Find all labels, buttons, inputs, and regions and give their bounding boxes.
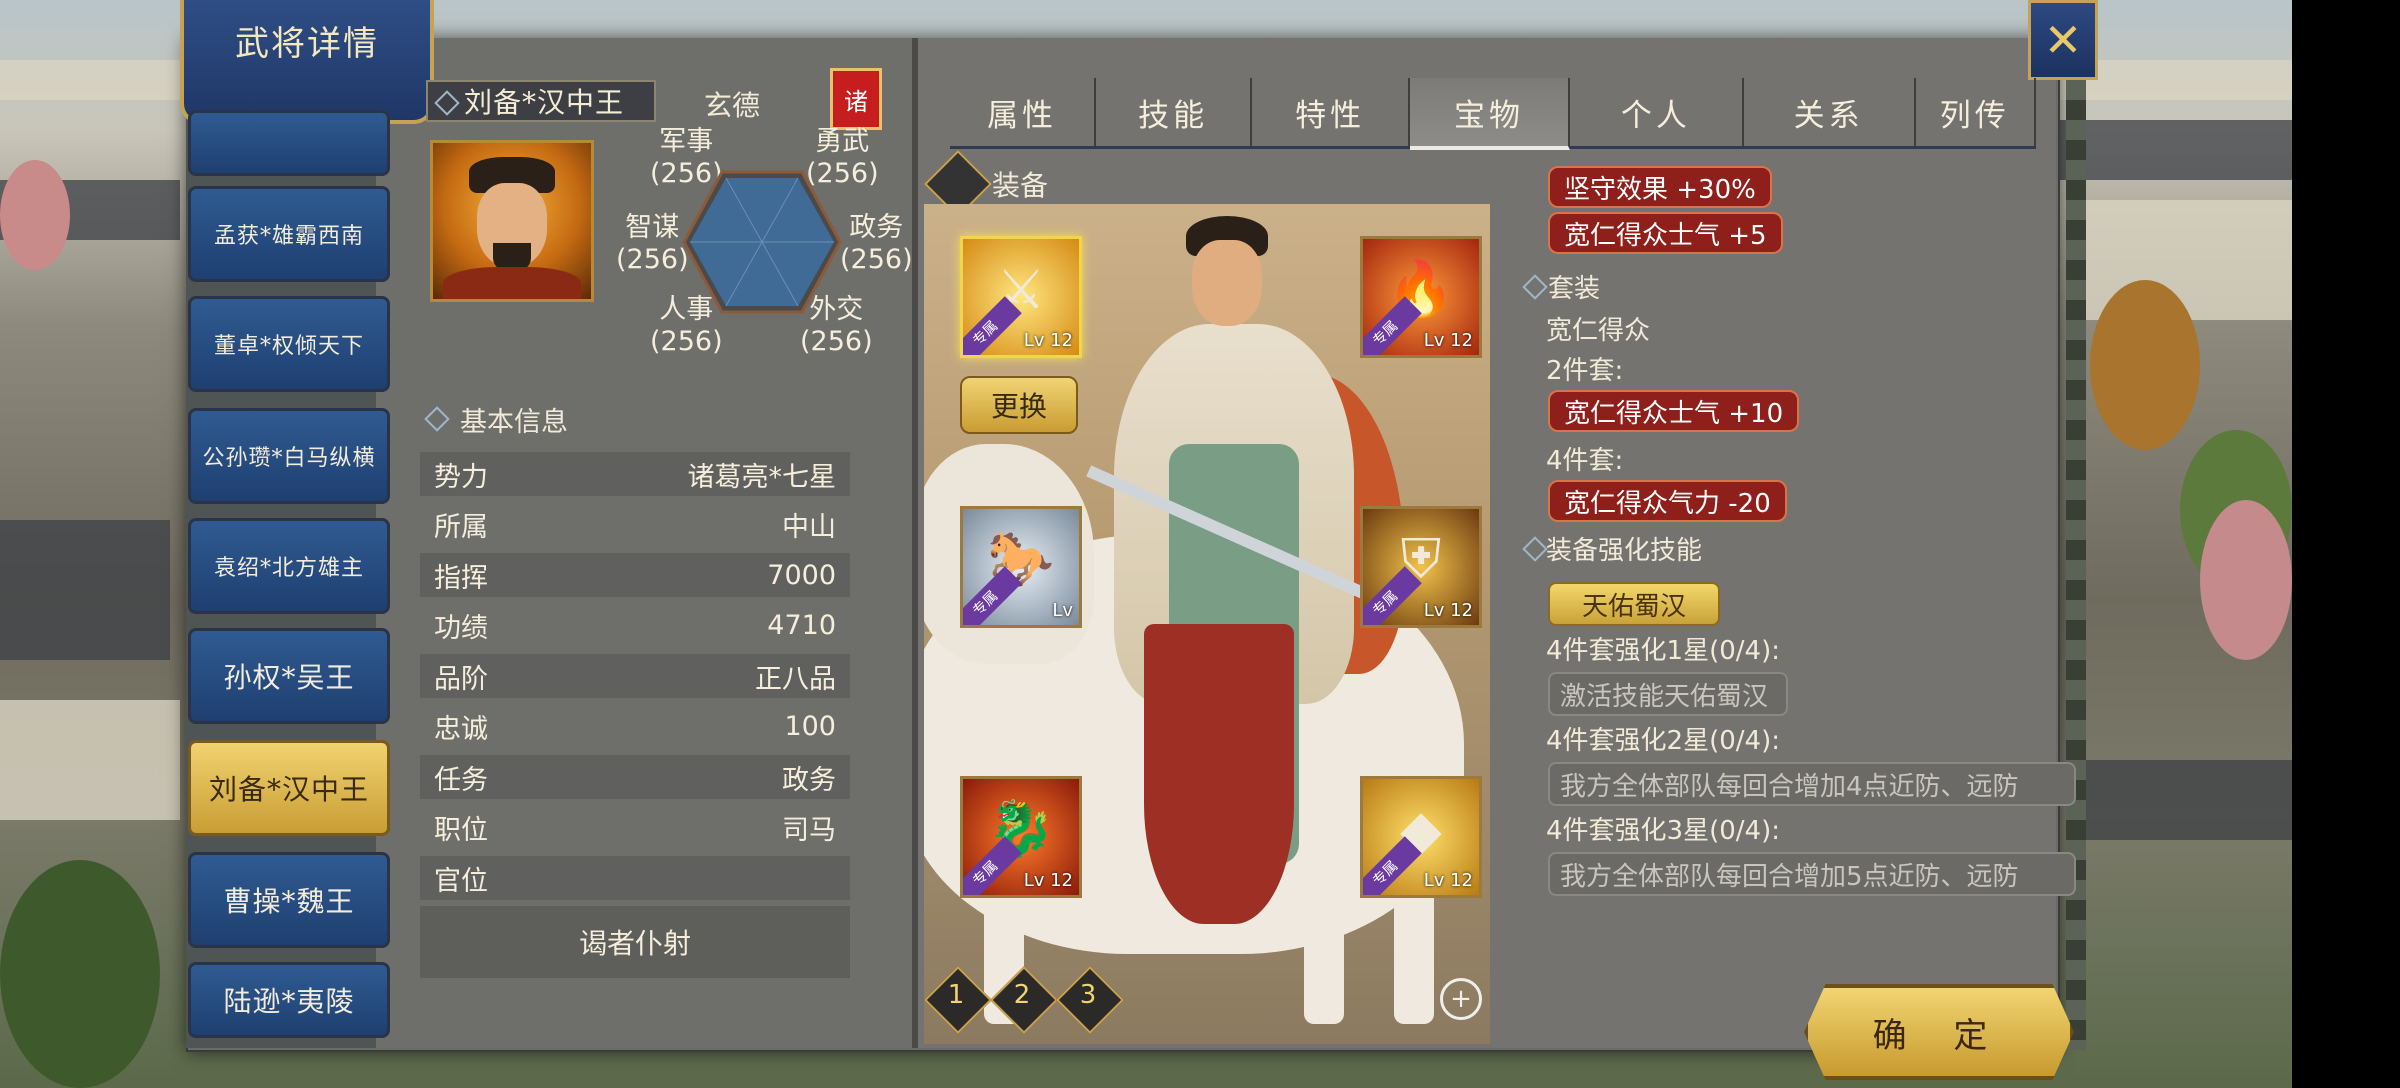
info-label: 官位	[434, 865, 488, 897]
equipment-slot-weapon[interactable]: ⚔ 专属 Lv 12	[960, 236, 1082, 358]
title-banner: 武将详情	[180, 0, 434, 124]
set4-bonus: 宽仁得众气力 -20	[1548, 480, 1787, 522]
equipment-slot-armor-crossbow[interactable]: 🔥 专属 Lv 12	[1360, 236, 1482, 358]
tab-6[interactable]: 列传	[1916, 78, 2036, 146]
hero-tab[interactable]: 曹操*魏王	[188, 852, 390, 948]
slot-level: Lv 12	[1423, 330, 1473, 351]
crossed-swords-icon: ✕	[2043, 13, 2083, 67]
star2-desc: 我方全体部队每回合增加4点近防、远防	[1548, 762, 2076, 806]
info-row: 任务 政务	[420, 755, 850, 799]
equipment-slot-mount[interactable]: 🐎 专属 Lv	[960, 506, 1082, 628]
equipment-slot-dragon[interactable]: 🐉 专属 Lv 12	[960, 776, 1082, 898]
detail-tabs: 属性 技能 特性 宝物 个人 关系 列传	[950, 78, 2036, 150]
hero-tab[interactable]: 孙权*吴王	[188, 628, 390, 724]
info-value: 7000	[767, 559, 836, 591]
stat-intellect: 智谋 (256)	[616, 212, 689, 275]
info-label: 任务	[434, 764, 488, 796]
set-title: 套装	[1548, 274, 1601, 304]
info-row: 势力 诸葛亮*七星	[420, 452, 850, 496]
tab-1[interactable]: 技能	[1096, 78, 1253, 146]
hero-portrait	[430, 140, 594, 302]
info-value: 100	[784, 711, 836, 742]
info-row: 所属 中山	[420, 503, 850, 547]
info-row: 指挥 7000	[420, 553, 850, 597]
hero-tab[interactable]: 刘备*汉中王	[188, 740, 390, 836]
stat-politics: 政务 (256)	[840, 212, 913, 275]
info-row: 职位 司马	[420, 806, 850, 850]
official-title: 谒者仆射	[420, 906, 850, 978]
star2-label: 4件套强化2星(0/4):	[1546, 726, 1780, 756]
hero-tab-hidden[interactable]	[188, 110, 390, 176]
bonus-defense: 坚守效果 +30%	[1548, 166, 1772, 208]
info-value: 诸葛亮*七星	[687, 461, 837, 493]
tab-3[interactable]: 宝物	[1410, 78, 1571, 150]
set4-label: 4件套:	[1546, 446, 1624, 476]
enhance-title: 装备强化技能	[1546, 536, 1703, 566]
change-equipment-button[interactable]: 更换	[960, 376, 1078, 434]
confirm-button[interactable]: 确 定	[1804, 984, 2074, 1080]
info-value: 司马	[782, 815, 836, 846]
set-name: 宽仁得众	[1546, 316, 1651, 346]
hero-name-box: 刘备*汉中王	[426, 80, 656, 122]
tab-4[interactable]: 个人	[1570, 78, 1744, 146]
faction-badge: 诸	[830, 68, 882, 130]
star3-desc: 我方全体部队每回合增加5点近防、远防	[1548, 852, 2076, 896]
hero-style-name: 玄德	[704, 89, 761, 122]
close-button[interactable]: ✕	[2028, 0, 2098, 80]
info-label: 指挥	[434, 562, 488, 594]
basic-info-title: 基本信息	[460, 407, 568, 438]
set2-label: 2件套:	[1546, 356, 1624, 386]
star1-desc: 激活技能天佑蜀汉	[1548, 672, 1788, 716]
slot-level: Lv 12	[1023, 870, 1073, 891]
info-value: 中山	[782, 512, 836, 543]
hero-tab[interactable]: 陆逊*夷陵	[188, 962, 390, 1038]
slot-level: Lv 12	[1423, 600, 1473, 621]
slot-level: Lv 12	[1023, 330, 1073, 351]
info-value: 4710	[767, 610, 836, 641]
info-row: 品阶 正八品	[420, 654, 850, 698]
tab-2[interactable]: 特性	[1252, 78, 1411, 146]
slot-level: Lv 12	[1423, 870, 1473, 891]
info-row: 官位	[420, 856, 850, 900]
zoom-in-icon[interactable]: +	[1440, 978, 1482, 1020]
info-row: 功绩 4710	[420, 604, 850, 648]
info-value: 正八品	[755, 663, 836, 695]
star1-label: 4件套强化1星(0/4):	[1546, 636, 1780, 666]
info-label: 功绩	[434, 613, 488, 644]
window-title: 武将详情	[235, 24, 379, 64]
tab-5[interactable]: 关系	[1744, 78, 1916, 146]
equipment-slot-treasure[interactable]: ◆ 专属 Lv 12	[1360, 776, 1482, 898]
info-label: 所属	[434, 512, 488, 543]
letterbox-bar	[2292, 0, 2400, 1088]
hero-tab[interactable]: 董卓*权倾天下	[188, 296, 390, 392]
info-value: 政务	[782, 764, 836, 796]
info-label: 忠诚	[434, 714, 488, 745]
skill-name-badge[interactable]: 天佑蜀汉	[1548, 582, 1720, 626]
info-row: 忠诚 100	[420, 705, 850, 749]
page-1-label: 1	[947, 980, 965, 1010]
stat-radar-chart	[682, 170, 842, 314]
slot-level: Lv	[1052, 600, 1073, 621]
diamond-icon	[434, 90, 460, 116]
page-3-label: 3	[1079, 980, 1097, 1010]
hero-name: 刘备*汉中王	[464, 86, 625, 119]
set2-bonus: 宽仁得众士气 +10	[1548, 390, 1800, 432]
equipment-title: 装备	[992, 169, 1049, 202]
hero-tab[interactable]: 孟获*雄霸西南	[188, 186, 390, 282]
bonus-morale: 宽仁得众士气 +5	[1548, 212, 1783, 254]
info-label: 职位	[434, 815, 488, 846]
info-label: 势力	[434, 461, 488, 493]
star3-label: 4件套强化3星(0/4):	[1546, 816, 1780, 846]
info-label: 品阶	[434, 663, 488, 695]
hero-tab[interactable]: 公孙瓒*白马纵横	[188, 408, 390, 504]
page-2-label: 2	[1013, 980, 1031, 1010]
equipment-slot-armor[interactable]: ⛨ 专属 Lv 12	[1360, 506, 1482, 628]
decorative-chain	[2066, 60, 2086, 1050]
hero-tab[interactable]: 袁绍*北方雄主	[188, 518, 390, 614]
tab-0[interactable]: 属性	[950, 78, 1097, 146]
